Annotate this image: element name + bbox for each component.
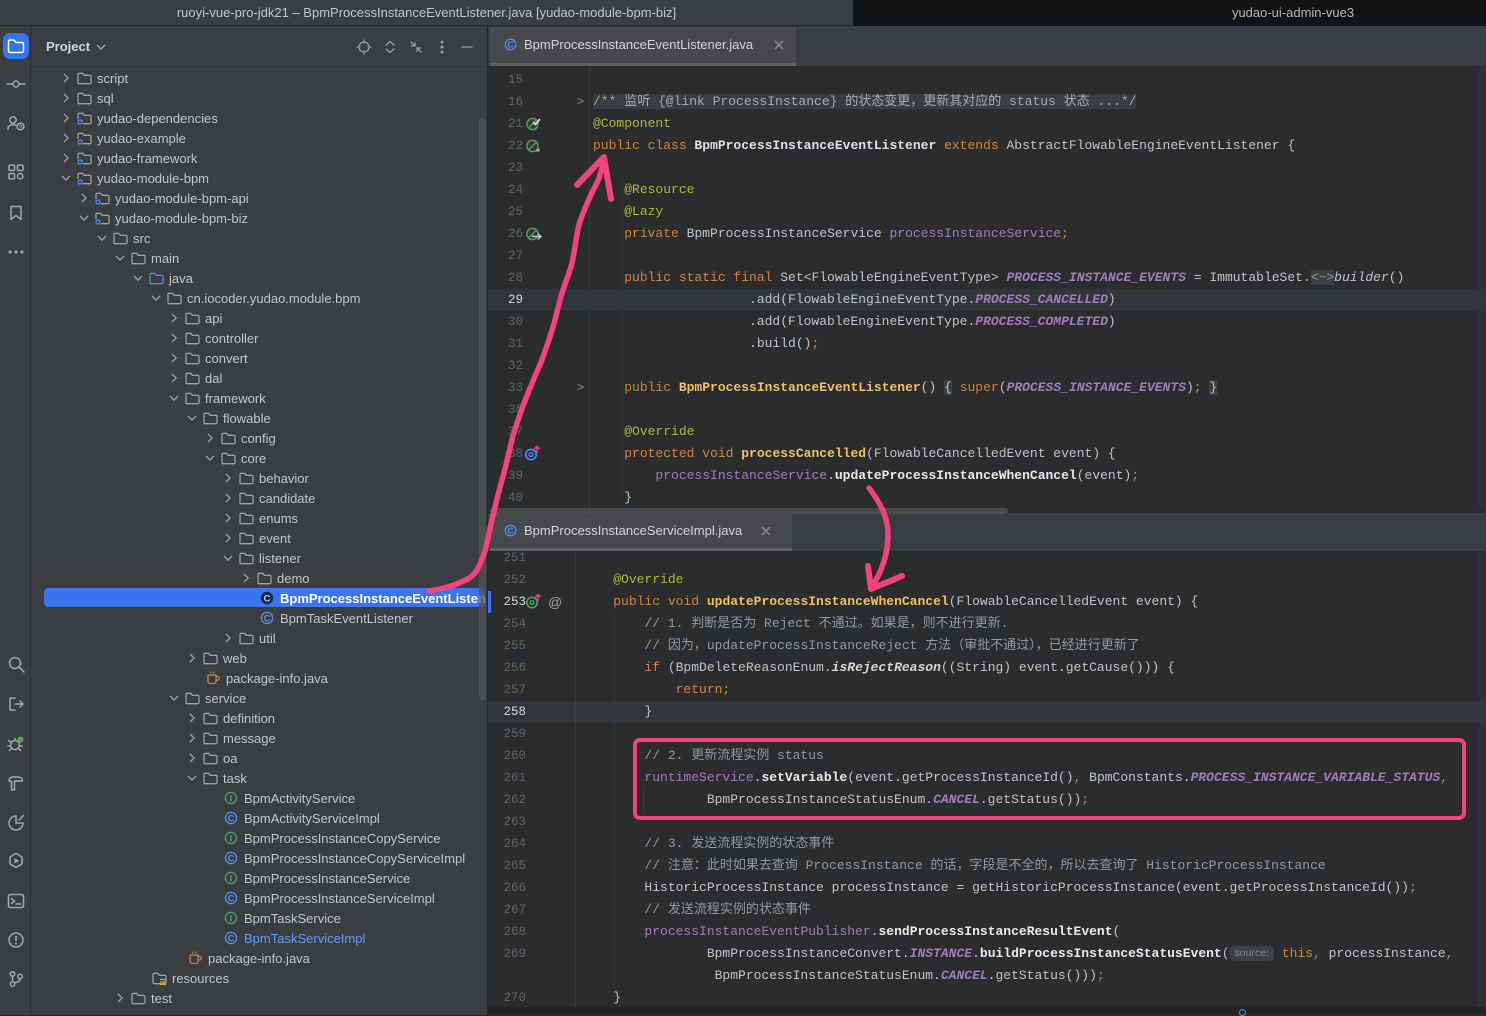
svg-text:C: C (228, 853, 235, 863)
svg-text:C: C (264, 613, 271, 623)
svg-text:C: C (228, 933, 235, 943)
svg-text:C: C (228, 893, 235, 903)
svg-text:C: C (228, 813, 235, 823)
svg-text:C: C (507, 526, 513, 536)
svg-text:C: C (507, 40, 513, 50)
svg-text:I: I (230, 873, 233, 883)
svg-text:?: ? (19, 124, 23, 131)
svg-text:C: C (264, 594, 271, 605)
svg-text:I: I (230, 833, 233, 843)
svg-text:I: I (230, 913, 233, 923)
svg-text:I: I (230, 793, 233, 803)
